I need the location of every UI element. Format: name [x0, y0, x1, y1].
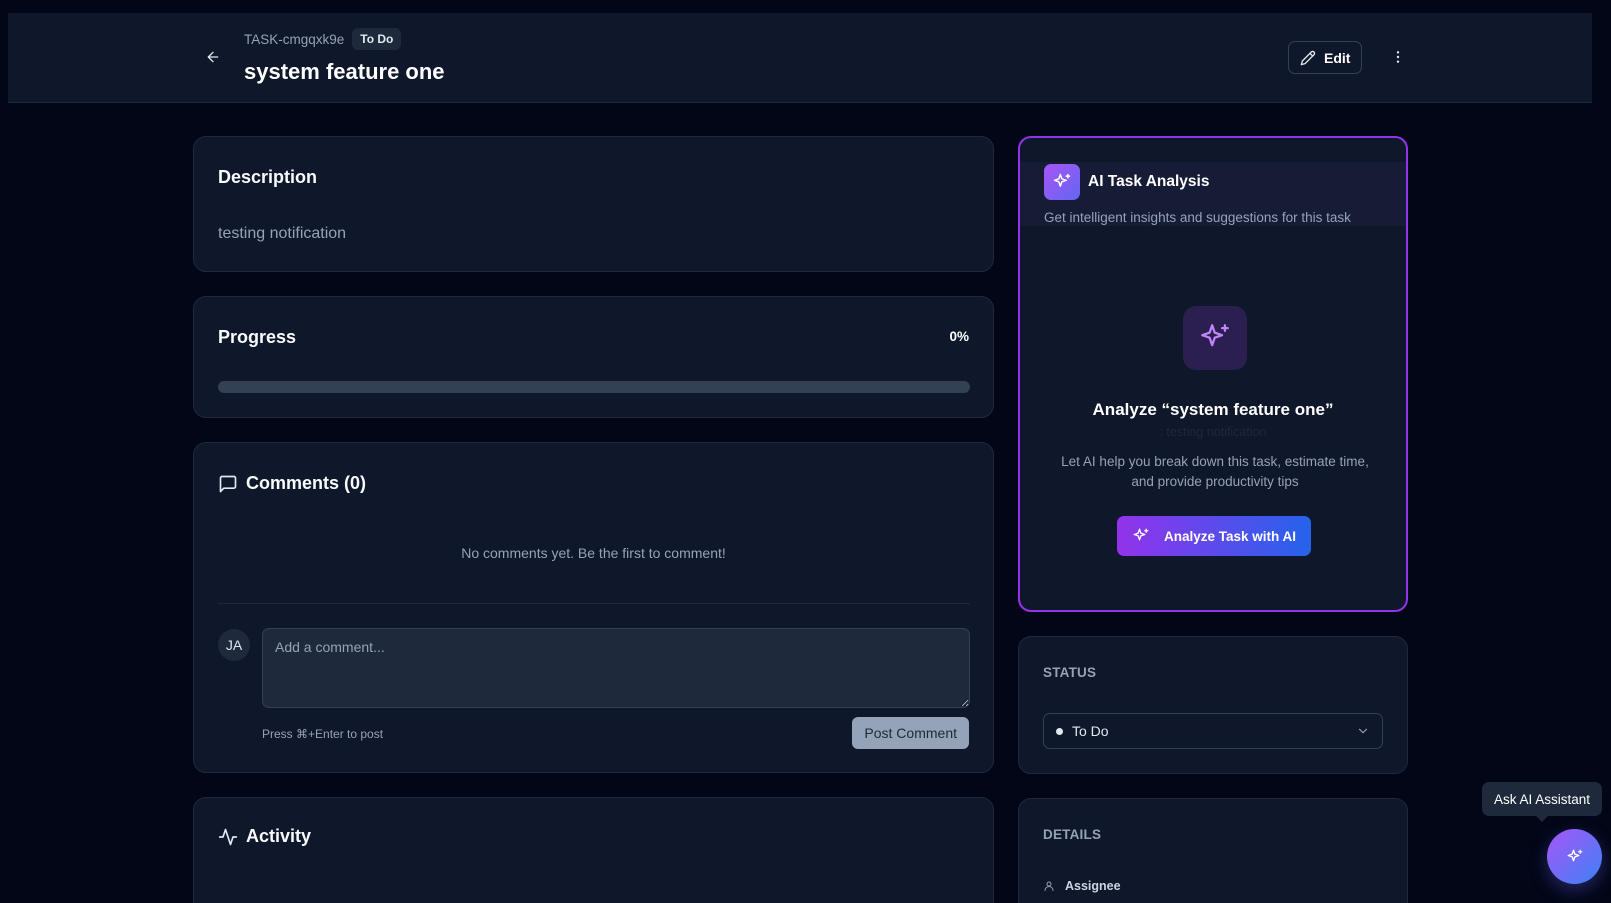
- activity-title: Activity: [246, 826, 312, 846]
- status-select-value: To Do: [1072, 723, 1109, 739]
- activity-icon: [218, 828, 238, 845]
- progress-percent: 0%: [949, 329, 969, 344]
- description-title: Description: [218, 167, 318, 187]
- progress-title: Progress: [218, 327, 297, 347]
- task-meta: TASK-cmgqxk9e To Do: [244, 28, 402, 50]
- activity-header: Activity: [218, 826, 311, 847]
- user-icon: [1044, 881, 1054, 891]
- ai-analyze-title: Analyze “system feature one”: [1092, 400, 1334, 419]
- edit-button[interactable]: Edit: [1288, 41, 1363, 74]
- task-id: TASK-cmgqxk9e: [244, 31, 345, 47]
- empty-comments-text: No comments yet. Be the first to comment…: [461, 545, 726, 561]
- chevron-down-icon: [1358, 728, 1368, 734]
- pencil-icon: [1300, 50, 1316, 65]
- status-badge: To Do: [352, 28, 402, 50]
- description-card: Description testing notification: [193, 136, 994, 272]
- ai-assistant-tooltip: Ask AI Assistant: [1482, 782, 1603, 822]
- status-card: STATUS To Do: [1018, 636, 1408, 774]
- ai-analyze-description: Let AI help you break down this task, es…: [1061, 454, 1369, 489]
- comments-header: Comments (0): [218, 473, 366, 494]
- assignee-row: Assignee: [1043, 879, 1121, 893]
- status-select[interactable]: To Do: [1043, 713, 1383, 749]
- sparkles-large-icon: [1183, 306, 1247, 370]
- post-comment-button[interactable]: Post Comment: [852, 717, 969, 749]
- analyze-task-button-label: Analyze Task with AI: [1163, 528, 1297, 544]
- edit-button-label: Edit: [1324, 49, 1351, 66]
- status-label: STATUS: [1043, 665, 1097, 680]
- ai-panel-subtitle: Get intelligent insights and suggestions…: [1044, 210, 1351, 225]
- arrow-left-icon: [207, 51, 219, 63]
- activity-card: Activity: [193, 797, 994, 903]
- progress-bar: [218, 381, 970, 393]
- comments-title: Comments (0): [246, 473, 367, 493]
- progress-card: Progress 0%: [193, 296, 994, 418]
- ai-assistant-button[interactable]: [1547, 829, 1602, 884]
- sparkles-icon: [1567, 849, 1582, 861]
- analyze-task-button[interactable]: Analyze Task with AI: [1117, 516, 1311, 556]
- description-text: testing notification: [218, 225, 347, 242]
- back-button[interactable]: [201, 45, 225, 69]
- more-options-button[interactable]: [1386, 45, 1410, 69]
- details-label: DETAILS: [1043, 827, 1102, 842]
- comments-card: Comments (0) No comments yet. Be the fir…: [193, 442, 994, 773]
- ai-analysis-card: AI Task Analysis Get intelligent insight…: [1018, 136, 1408, 612]
- ai-panel-title: AI Task Analysis: [1088, 173, 1210, 190]
- sparkles-icon: [1044, 164, 1080, 200]
- more-vertical-icon: [1396, 51, 1400, 63]
- sparkles-icon: [1133, 528, 1149, 541]
- page-header: TASK-cmgqxk9e To Do system feature one E…: [8, 13, 1592, 103]
- details-card: DETAILS Assignee: [1018, 798, 1408, 903]
- ai-analyze-subtitle: : testing notification: [1159, 425, 1267, 439]
- message-square-icon: [219, 475, 237, 492]
- assignee-label: Assignee: [1065, 879, 1121, 893]
- page-title: system feature one: [244, 59, 445, 84]
- avatar: JA: [218, 629, 250, 661]
- comment-input[interactable]: [262, 628, 970, 708]
- status-dot: [1056, 727, 1063, 735]
- post-hint: Press ⌘+Enter to post: [262, 727, 384, 741]
- divider: [218, 603, 970, 604]
